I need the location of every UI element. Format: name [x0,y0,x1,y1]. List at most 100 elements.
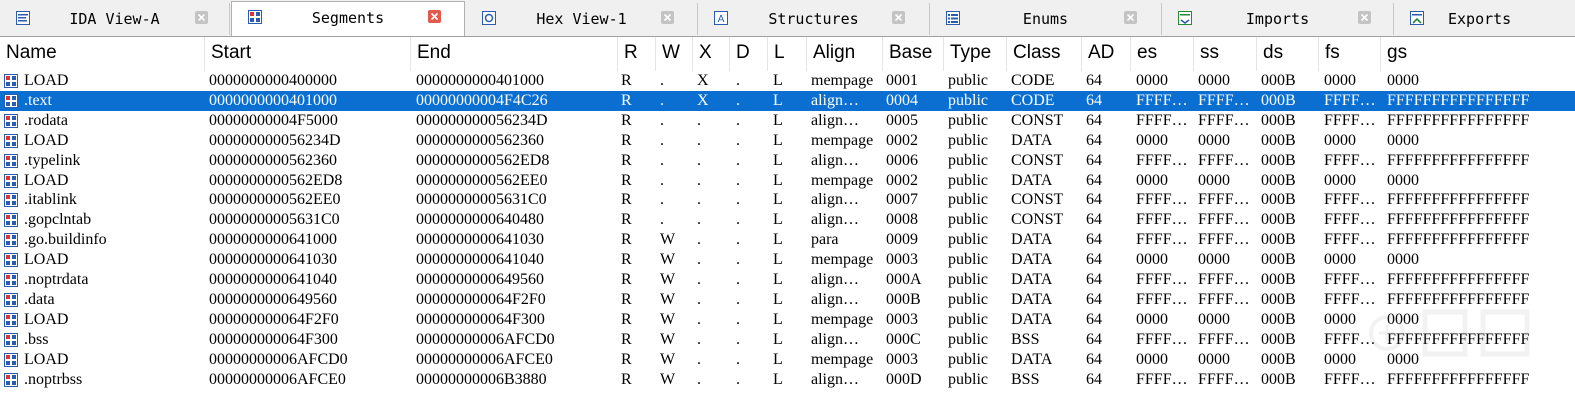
column-header-es[interactable]: es [1131,37,1194,71]
column-header-align[interactable]: Align [807,37,883,71]
column-header-ds[interactable]: ds [1257,37,1319,71]
cell-es: FFFF… [1136,191,1188,209]
table-row[interactable]: .gopclntab 00000000005631C0 00000000006404… [0,210,1575,230]
cell-w: W [660,290,676,308]
cell-x: X [697,91,709,109]
column-header-l[interactable]: L [768,37,807,71]
cell-es: FFFF… [1136,330,1188,348]
cell-ds: 000B [1261,251,1296,269]
tab-enums[interactable]: Enums [930,3,1162,35]
table-row[interactable]: .noptrdata 0000000000641040 00000000006495… [0,270,1575,290]
cell-ds: 000B [1261,191,1296,209]
table-row[interactable]: .itablink 0000000000562EE0 00000000005631C… [0,190,1575,210]
close-icon[interactable] [892,11,905,24]
cell-ds: 000B [1261,171,1296,189]
table-row[interactable]: LOAD 0000000000641030 0000000000641040 R W..… [0,250,1575,270]
cell-l: L [773,330,783,348]
cell-base: 0003 [886,350,918,368]
cell-l: L [773,171,783,189]
cell-r: R [621,131,632,149]
tab-ida-view-a[interactable]: IDA View-A [0,3,230,35]
column-header-type[interactable]: Type [944,37,1007,71]
column-header-class[interactable]: Class [1007,37,1082,71]
cell-r: R [621,271,632,288]
column-header-base[interactable]: Base [883,37,944,71]
cell-align: mempage [811,171,874,189]
cell-d: . [736,171,740,189]
close-icon[interactable] [1124,11,1137,24]
tab-segments[interactable]: Segments [231,1,465,36]
cell-end: 0000000000401000 [416,72,544,89]
close-icon[interactable] [661,11,674,24]
table-row[interactable]: .data 0000000000649560 000000000064F2F0 R W.… [0,290,1575,310]
table-row[interactable]: .typelink 0000000000562360 0000000000562ED… [0,151,1575,171]
close-icon[interactable] [428,10,441,23]
cell-fs: FFFF… [1324,111,1376,129]
cell-start: 0000000000641030 [209,251,337,269]
cell-fs: FFFF… [1324,151,1376,169]
cell-type: public [948,131,988,149]
cell-start: 0000000000400000 [209,72,337,89]
cell-ad: 64 [1086,330,1102,348]
cell-x: . [697,231,701,249]
cell-ad: 64 [1086,72,1102,89]
cell-w: W [660,330,676,348]
table-row[interactable]: LOAD 0000000000400000 0000000000401000 R. X.… [0,71,1575,91]
cell-start: 00000000006AFCD0 [209,350,348,368]
table-row[interactable]: LOAD 00000000006AFCD0 00000000006AFCE0 R W..… [0,350,1575,370]
table-row[interactable]: .text 0000000000401000 00000000004F4C26 R. X… [0,90,1575,111]
cell-start: 00000000005631C0 [209,211,340,229]
cell-end: 0000000000562360 [416,131,544,149]
segment-icon [4,74,18,88]
cell-gs: FFFFFFFFFFFFFFFF [1387,91,1530,109]
cell-base: 0001 [886,72,918,89]
column-header-r[interactable]: R [618,37,656,71]
column-header-w[interactable]: W [656,37,693,71]
column-header-fs[interactable]: fs [1319,37,1381,71]
cell-gs: FFFFFFFFFFFFFFFF [1387,111,1530,129]
tab-structures[interactable]: A Structures [698,3,930,35]
column-header-ad[interactable]: AD [1082,37,1131,71]
cell-type: public [948,271,988,288]
cell-type: public [948,290,988,308]
column-header-end[interactable]: End [411,37,618,71]
cell-class: CONST [1011,151,1064,169]
cell-x: . [697,310,701,328]
column-header-ss[interactable]: ss [1194,37,1257,71]
cell-ds: 000B [1261,310,1296,328]
column-header-x[interactable]: X [693,37,730,71]
table-row[interactable]: .go.buildinfo 0000000000641000 00000000006… [0,230,1575,250]
cell-end: 0000000000562EE0 [416,171,548,189]
table-row[interactable]: LOAD 000000000064F2F0 000000000064F300 R W..… [0,310,1575,330]
cell-d: . [736,310,740,328]
cell-type: public [948,231,988,249]
cell-align: mempage [811,251,874,269]
table-row[interactable]: LOAD 0000000000562ED8 0000000000562EE0 R...… [0,171,1575,191]
table-row[interactable]: .bss 000000000064F300 00000000006AFCD0 R W..… [0,330,1575,350]
column-header-d[interactable]: D [730,37,768,71]
tab-bar: IDA View-A Segments Hex View-1 A Structu… [0,0,1575,37]
close-icon[interactable] [1358,11,1371,24]
cell-r: R [621,72,632,89]
table-row[interactable]: LOAD 000000000056234D 0000000000562360 R...… [0,131,1575,151]
column-header-gs[interactable]: gs [1381,37,1575,71]
tab-hex-view-1[interactable]: Hex View-1 [466,3,698,35]
tab-imports[interactable]: Imports [1162,3,1394,35]
cell-ss: FFFF… [1198,231,1250,249]
cell-ad: 64 [1086,231,1102,249]
column-header-start[interactable]: Start [205,37,411,71]
table-row[interactable]: .noptrbss 00000000006AFCE0 00000000006B388… [0,370,1575,390]
tab-exports[interactable]: Exports [1394,3,1575,35]
cell-end: 0000000000649560 [416,271,544,288]
cell-ss: FFFF… [1198,370,1250,388]
close-icon[interactable] [195,11,208,24]
column-header-name[interactable]: Name [0,37,205,71]
cell-align: align… [811,111,859,129]
table-row[interactable]: .rodata 00000000004F5000 000000000056234D R… [0,111,1575,131]
cell-ds: 000B [1261,271,1296,288]
cell-end: 00000000006AFCD0 [416,330,555,348]
segment-icon [4,292,18,307]
cell-ss: 0000 [1198,310,1230,328]
cell-w: . [660,191,664,209]
cell-name: .noptrdata [24,271,89,288]
